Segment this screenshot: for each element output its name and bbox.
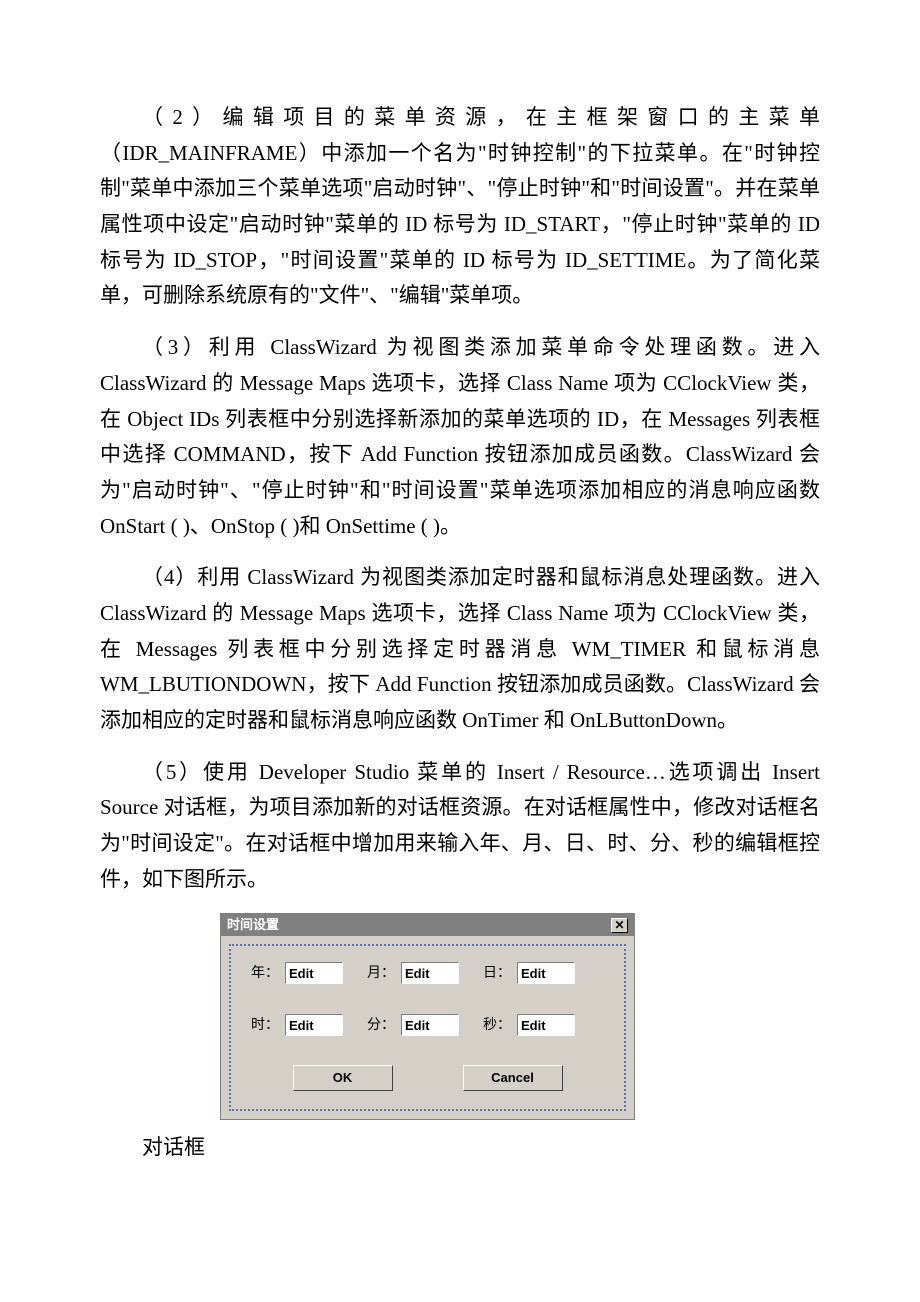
label-hour: 时： <box>251 1013 279 1037</box>
label-year: 年： <box>251 961 279 985</box>
time-settings-dialog: 时间设置 ✕ 年： 月： 日： 时： 分： 秒： OK Can <box>220 913 635 1120</box>
label-second: 秒： <box>483 1013 511 1037</box>
label-day: 日： <box>483 961 511 985</box>
paragraph-5: （5）使用 Developer Studio 菜单的 Insert / Reso… <box>100 755 820 898</box>
dialog-image: 时间设置 ✕ 年： 月： 日： 时： 分： 秒： OK Can <box>220 913 820 1120</box>
input-second[interactable] <box>517 1014 575 1036</box>
form-row-date: 年： 月： 日： <box>251 961 604 985</box>
form-row-time: 时： 分： 秒： <box>251 1013 604 1037</box>
figure-caption: 对话框 <box>100 1130 820 1166</box>
input-year[interactable] <box>285 962 343 984</box>
paragraph-3: （3）利用 ClassWizard 为视图类添加菜单命令处理函数。进入 Clas… <box>100 330 820 544</box>
label-month: 月： <box>367 961 395 985</box>
input-month[interactable] <box>401 962 459 984</box>
cancel-button[interactable]: Cancel <box>463 1065 563 1091</box>
close-icon[interactable]: ✕ <box>611 918 628 933</box>
input-hour[interactable] <box>285 1014 343 1036</box>
dialog-title-text: 时间设置 <box>227 914 279 936</box>
dialog-body: 年： 月： 日： 时： 分： 秒： OK Cancel <box>229 944 626 1111</box>
ok-button[interactable]: OK <box>293 1065 393 1091</box>
paragraph-4: （4）利用 ClassWizard 为视图类添加定时器和鼠标消息处理函数。进入 … <box>100 560 820 738</box>
label-minute: 分： <box>367 1013 395 1037</box>
dialog-titlebar: 时间设置 ✕ <box>221 914 634 936</box>
input-day[interactable] <box>517 962 575 984</box>
button-row: OK Cancel <box>251 1065 604 1091</box>
paragraph-2: （2）编辑项目的菜单资源，在主框架窗口的主菜单（IDR_MAINFRAME）中添… <box>100 100 820 314</box>
input-minute[interactable] <box>401 1014 459 1036</box>
